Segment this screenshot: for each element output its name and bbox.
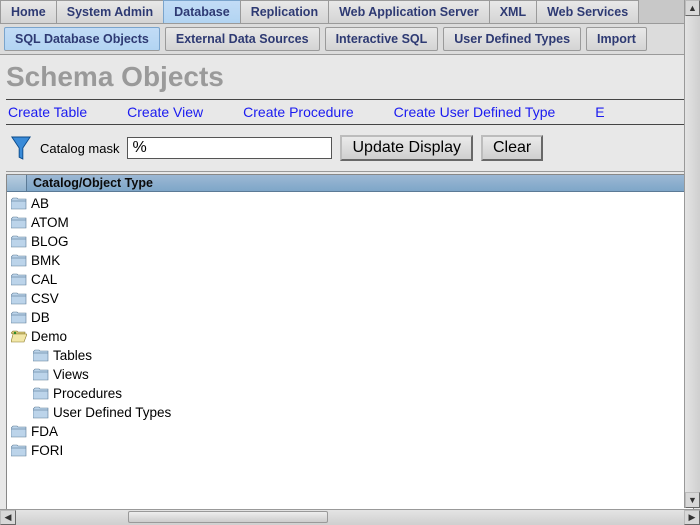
sub-tab-sql-database-objects[interactable]: SQL Database Objects — [4, 27, 160, 51]
action-link-row: Create Table Create View Create Procedure C… — [6, 99, 694, 125]
tree-header-label: Catalog/Object Type — [27, 175, 693, 191]
catalog-mask-label: Catalog mask — [40, 141, 119, 156]
sub-tab-user-defined-types[interactable]: User Defined Types — [443, 27, 581, 51]
scroll-left-arrow-icon[interactable]: ◀ — [0, 510, 16, 525]
tree-node-label: DB — [31, 310, 50, 325]
tree-node[interactable]: FORI — [11, 441, 689, 460]
tree-node-label: BMK — [31, 253, 60, 268]
scroll-right-arrow-icon[interactable]: ▶ — [684, 510, 700, 525]
action-link-create-view[interactable]: Create View — [127, 104, 203, 120]
clear-button[interactable]: Clear — [481, 135, 543, 161]
scroll-down-arrow-icon[interactable]: ▼ — [685, 492, 700, 508]
tree-node-label: Tables — [53, 348, 92, 363]
tree-node[interactable]: CAL — [11, 270, 689, 289]
folder-icon — [11, 197, 27, 210]
content-area: Schema Objects Create TableCreate ViewCr… — [0, 55, 700, 514]
page-title: Schema Objects — [6, 61, 694, 93]
folder-icon — [11, 311, 27, 324]
vertical-scrollbar[interactable]: ▲ ▼ — [684, 0, 700, 508]
folder-icon — [11, 273, 27, 286]
action-link-create-procedure[interactable]: Create Procedure — [243, 104, 354, 120]
filter-icon — [10, 135, 32, 161]
horizontal-scrollbar[interactable]: ◀ ▶ — [0, 509, 700, 525]
tree-node-label: AB — [31, 196, 49, 211]
tree-node-label: CSV — [31, 291, 59, 306]
tree-node-label: ATOM — [31, 215, 69, 230]
action-link-create-user-defined-type[interactable]: Create User Defined Type — [394, 104, 556, 120]
tree-node[interactable]: CSV — [11, 289, 689, 308]
action-link-create-table[interactable]: Create Table — [8, 104, 87, 120]
tree-node[interactable]: Tables — [11, 346, 689, 365]
sub-tab-interactive-sql[interactable]: Interactive SQL — [325, 27, 439, 51]
tree-node-label: FORI — [31, 443, 63, 458]
tree-node[interactable]: Procedures — [11, 384, 689, 403]
main-tab-xml[interactable]: XML — [489, 0, 537, 23]
update-display-button[interactable]: Update Display — [340, 135, 473, 161]
tree-node[interactable]: Views — [11, 365, 689, 384]
tree-node[interactable]: FDA — [11, 422, 689, 441]
tree-node-label: Demo — [31, 329, 67, 344]
tree-header-toggle[interactable] — [7, 175, 27, 191]
main-tab-web-application-server[interactable]: Web Application Server — [328, 0, 490, 23]
folder-icon — [11, 292, 27, 305]
tree-node-label: FDA — [31, 424, 58, 439]
folder-icon — [11, 254, 27, 267]
main-tab-replication[interactable]: Replication — [240, 0, 329, 23]
main-tab-bar: HomeSystem AdminDatabaseReplicationWeb A… — [0, 0, 700, 24]
tree-node[interactable]: Demo — [11, 327, 689, 346]
app-root: HomeSystem AdminDatabaseReplicationWeb A… — [0, 0, 700, 525]
folder-icon — [11, 444, 27, 457]
tree-header-row: Catalog/Object Type — [7, 175, 693, 192]
main-tab-system-admin[interactable]: System Admin — [56, 0, 164, 23]
tree-node[interactable]: AB — [11, 194, 689, 213]
sub-tab-import[interactable]: Import — [586, 27, 647, 51]
tree-node[interactable]: DB — [11, 308, 689, 327]
tree-node-label: BLOG — [31, 234, 69, 249]
folder-icon — [33, 406, 49, 419]
sub-tab-external-data-sources[interactable]: External Data Sources — [165, 27, 320, 51]
schema-tree: AB ATOM BLOG BMK CAL CSV DB Demo Tables Views Proc… — [7, 192, 693, 462]
main-tab-home[interactable]: Home — [0, 0, 57, 23]
folder-icon — [33, 349, 49, 362]
scroll-up-arrow-icon[interactable]: ▲ — [685, 0, 700, 16]
folder-icon — [33, 368, 49, 381]
folder-icon — [11, 235, 27, 248]
folder-open-icon — [11, 330, 27, 343]
tree-node[interactable]: ATOM — [11, 213, 689, 232]
catalog-mask-input[interactable] — [127, 137, 332, 159]
folder-icon — [11, 425, 27, 438]
tree-node-label: CAL — [31, 272, 57, 287]
folder-icon — [11, 216, 27, 229]
tree-node-label: User Defined Types — [53, 405, 171, 420]
schema-tree-panel: Catalog/Object Type AB ATOM BLOG BMK CAL CSV D… — [6, 174, 694, 514]
main-tab-database[interactable]: Database — [163, 0, 241, 23]
filter-row: Catalog mask Update Display Clear — [6, 125, 694, 172]
sub-tab-bar: SQL Database ObjectsExternal Data Source… — [0, 24, 700, 55]
tree-node-label: Procedures — [53, 386, 122, 401]
hscroll-thumb[interactable] — [128, 511, 328, 523]
folder-icon — [33, 387, 49, 400]
hscroll-track[interactable] — [16, 510, 684, 525]
tree-node[interactable]: User Defined Types — [11, 403, 689, 422]
tree-node[interactable]: BLOG — [11, 232, 689, 251]
tree-node-label: Views — [53, 367, 89, 382]
action-link-e[interactable]: E — [595, 104, 604, 120]
tree-node[interactable]: BMK — [11, 251, 689, 270]
main-tab-web-services[interactable]: Web Services — [536, 0, 639, 23]
